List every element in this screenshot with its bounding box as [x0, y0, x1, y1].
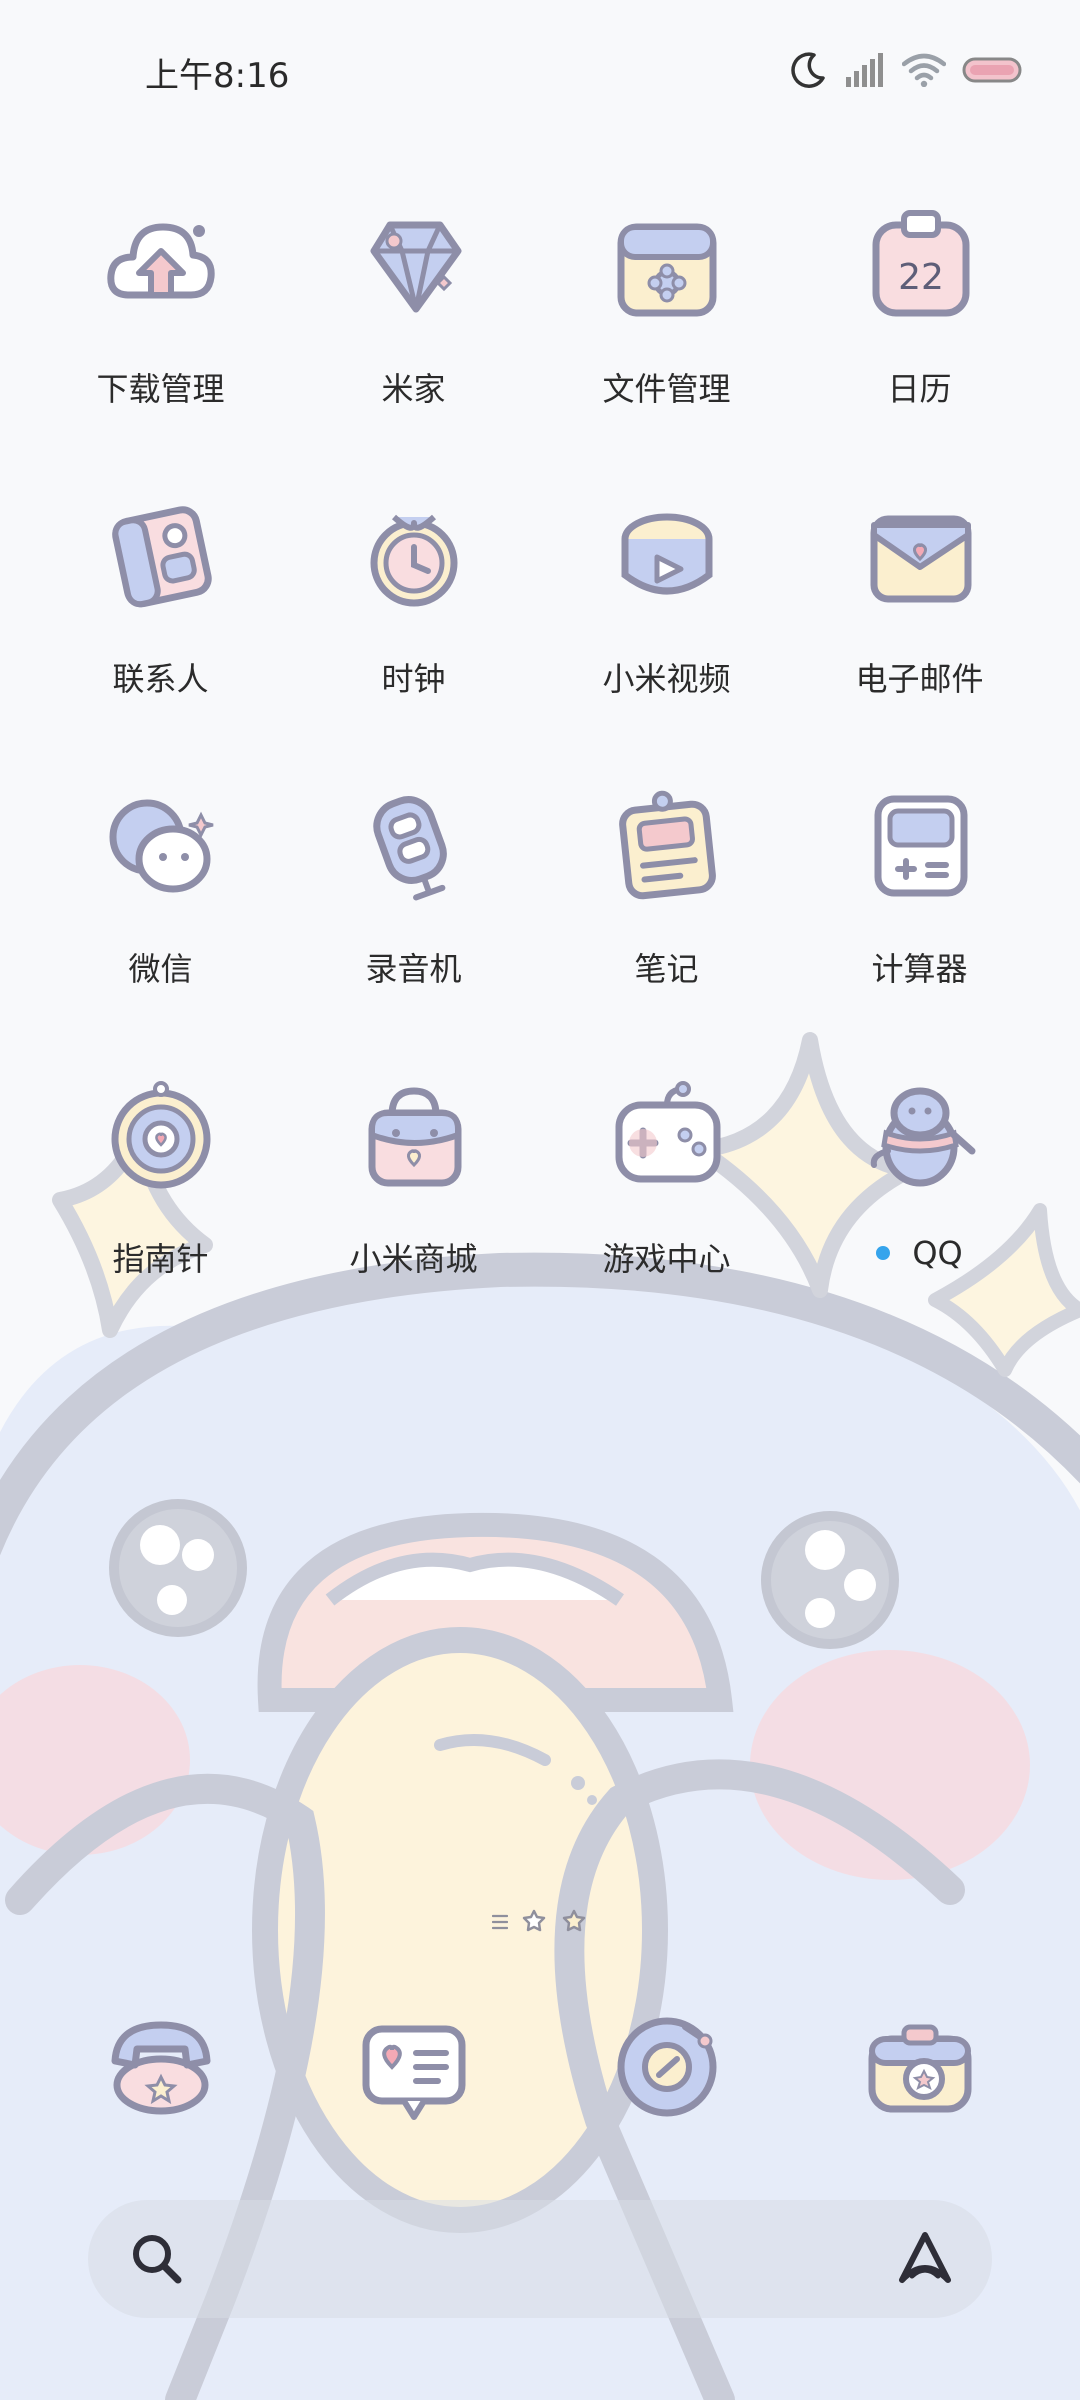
- video-icon: [602, 490, 732, 620]
- camera-icon[interactable]: [855, 2000, 985, 2130]
- app-qq[interactable]: QQ: [793, 1070, 1046, 1360]
- app-recorder[interactable]: 录音机: [287, 780, 540, 1070]
- contacts-icon: [96, 490, 226, 620]
- menu-lines-icon: [491, 1913, 509, 1935]
- app-label: 游戏中心: [602, 1240, 731, 1278]
- app-label-with-notification: QQ: [876, 1234, 963, 1272]
- moon-icon: [788, 50, 828, 90]
- notification-dot: [876, 1246, 891, 1260]
- calendar-date: 22: [898, 257, 944, 298]
- app-mijia[interactable]: 米家: [287, 200, 540, 490]
- status-time: 上午8:16: [145, 56, 290, 96]
- mijia-icon: [349, 200, 479, 330]
- app-mi-store[interactable]: 小米商城: [287, 1070, 540, 1360]
- notes-icon: [602, 780, 732, 910]
- app-clock[interactable]: 时钟: [287, 490, 540, 780]
- qq-penguin-icon: [855, 1070, 985, 1200]
- calendar-icon: 22: [855, 200, 985, 330]
- app-label: QQ: [912, 1234, 963, 1272]
- compass-icon: [96, 1070, 226, 1200]
- app-grid: 下载管理 米家 文件管理 22 日历 联系人 时钟 小米视频 电子邮件 微信 录…: [34, 200, 1046, 1360]
- app-notes[interactable]: 笔记: [540, 780, 793, 1070]
- messages-icon[interactable]: [349, 2000, 479, 2130]
- app-label: 电子邮件: [855, 660, 984, 698]
- status-icons: [788, 44, 1024, 96]
- app-label: 微信: [128, 950, 193, 988]
- app-label: 下载管理: [96, 370, 225, 408]
- app-contacts[interactable]: 联系人: [34, 490, 287, 780]
- status-bar: 上午8:16: [0, 0, 1080, 140]
- wechat-icon: [96, 780, 226, 910]
- app-wechat[interactable]: 微信: [34, 780, 287, 1070]
- clock-icon: [349, 490, 479, 620]
- phone-icon[interactable]: [96, 2000, 226, 2130]
- calculator-icon: [855, 780, 985, 910]
- page-dot-active-icon: [560, 1908, 588, 1940]
- search-bar[interactable]: [88, 2200, 992, 2318]
- email-icon: [855, 490, 985, 620]
- app-game-center[interactable]: 游戏中心: [540, 1070, 793, 1360]
- download-cloud-icon: [96, 200, 226, 330]
- page-indicator[interactable]: [0, 1908, 1080, 1940]
- app-label: 笔记: [634, 950, 699, 988]
- wifi-icon: [902, 53, 946, 87]
- app-label: 小米商城: [349, 1240, 478, 1278]
- dock: [34, 2000, 1046, 2130]
- app-label: 计算器: [871, 950, 968, 988]
- browser-icon[interactable]: [602, 2000, 732, 2130]
- app-label: 联系人: [112, 660, 209, 698]
- assistant-icon[interactable]: [894, 2230, 956, 2292]
- signal-icon: [844, 53, 886, 87]
- app-label: 文件管理: [602, 370, 731, 408]
- mi-store-icon: [349, 1070, 479, 1200]
- app-calculator[interactable]: 计算器: [793, 780, 1046, 1070]
- app-file-manager[interactable]: 文件管理: [540, 200, 793, 490]
- app-email[interactable]: 电子邮件: [793, 490, 1046, 780]
- app-label: 录音机: [365, 950, 462, 988]
- app-label: 指南针: [112, 1240, 209, 1278]
- app-compass[interactable]: 指南针: [34, 1070, 287, 1360]
- page-dot-icon: [520, 1908, 548, 1940]
- app-calendar[interactable]: 22 日历: [793, 200, 1046, 490]
- app-mi-video[interactable]: 小米视频: [540, 490, 793, 780]
- game-center-icon: [602, 1070, 732, 1200]
- file-manager-icon: [602, 200, 732, 330]
- app-label: 小米视频: [602, 660, 731, 698]
- recorder-icon: [349, 780, 479, 910]
- app-label: 时钟: [381, 660, 446, 698]
- search-icon: [128, 2230, 186, 2292]
- app-label: 日历: [887, 370, 952, 408]
- app-label: 米家: [381, 370, 446, 408]
- app-download-manager[interactable]: 下载管理: [34, 200, 287, 490]
- battery-icon: [962, 56, 1024, 84]
